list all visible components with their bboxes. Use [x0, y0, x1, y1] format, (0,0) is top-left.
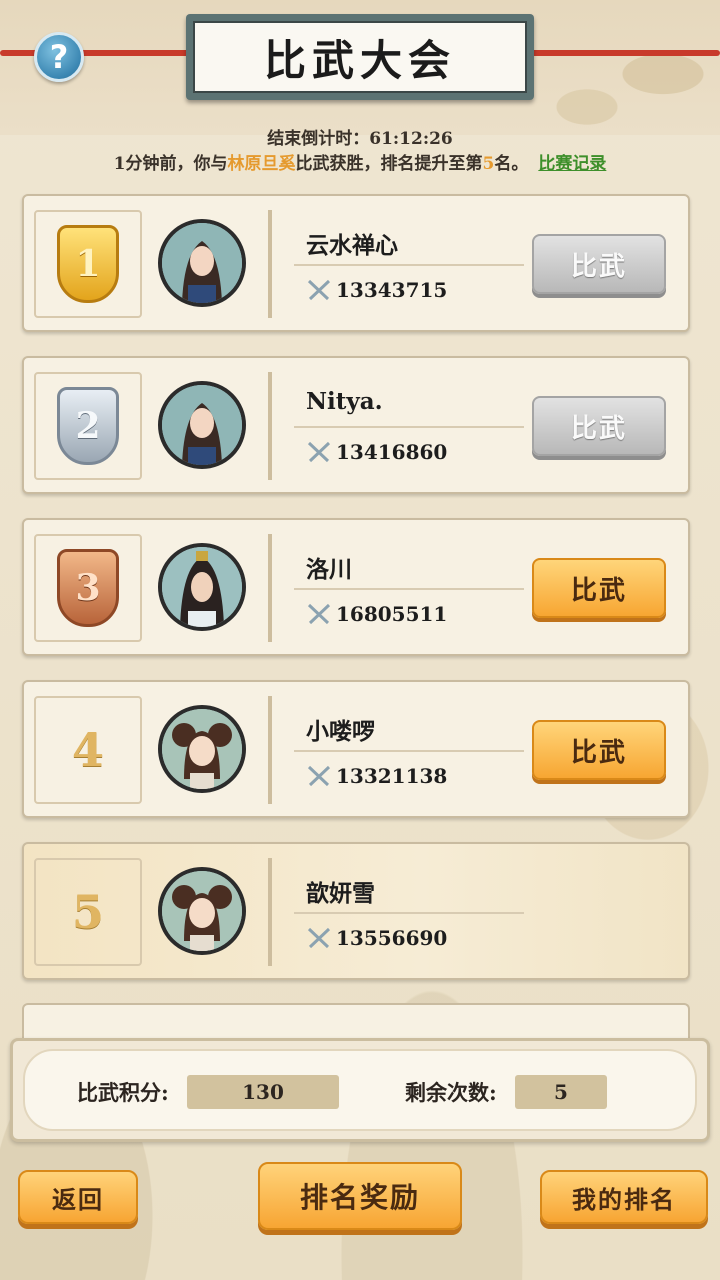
rank-box: 5 [34, 858, 142, 966]
points-value: 130 [187, 1075, 339, 1109]
power-value: 16805511 [336, 602, 448, 626]
remaining-value: 5 [515, 1075, 607, 1109]
points-label: 比武积分: [77, 1080, 169, 1105]
divider [294, 588, 524, 590]
notice-prefix: 1分钟前，你与 [113, 154, 228, 174]
avatar[interactable] [158, 867, 246, 955]
rank-box: 1 [34, 210, 142, 318]
player-card: 2 Nitya. 13416860 比武 [22, 356, 690, 494]
battle-notice: 1分钟前，你与林原旦奚比武获胜，排名提升至第5名。 比赛记录 [0, 149, 720, 174]
rope-left [0, 50, 200, 56]
help-button[interactable]: ? [34, 32, 84, 82]
player-info: 歆妍雪 13556690 [268, 858, 664, 966]
notice-middle: 比武获胜，排名提升至第 [295, 154, 483, 174]
title-plaque: 比武大会 [186, 14, 534, 100]
avatar[interactable] [158, 219, 246, 307]
player-card: 3 洛川 16805511 比武 [22, 518, 690, 656]
bronze-medal-icon: 3 [57, 549, 119, 627]
crossed-swords-icon [307, 441, 331, 463]
player-info: 小喽啰 13321138 比武 [268, 696, 666, 804]
question-icon: ? [49, 38, 69, 76]
player-power: 16805511 [306, 602, 447, 626]
player-name: 小喽啰 [306, 718, 375, 745]
power-value: 13343715 [336, 278, 448, 302]
rank-number: 5 [71, 885, 104, 939]
notice-suffix: 名。 [494, 154, 529, 174]
rank-number: 2 [75, 405, 101, 447]
player-power: 13321138 [306, 764, 447, 788]
crossed-swords-icon [307, 279, 331, 301]
crossed-swords-icon [307, 927, 331, 949]
back-button[interactable]: 返回 [18, 1170, 138, 1224]
player-name: 洛川 [306, 556, 352, 583]
divider [294, 912, 524, 914]
divider [294, 750, 524, 752]
player-card-partial [22, 1003, 690, 1043]
silver-medal-icon: 2 [57, 387, 119, 465]
power-value: 13416860 [336, 440, 448, 464]
player-info: 洛川 16805511 比武 [268, 534, 666, 642]
rank-number: 4 [71, 723, 104, 777]
rank-rewards-button[interactable]: 排名奖励 [258, 1162, 462, 1230]
divider [294, 426, 524, 428]
countdown-label: 结束倒计时： [267, 129, 370, 149]
rank-number: 1 [75, 243, 101, 285]
remaining-label: 剩余次数: [405, 1080, 497, 1105]
challenge-button[interactable]: 比武 [532, 720, 666, 780]
avatar[interactable] [158, 705, 246, 793]
challenge-button[interactable]: 比武 [532, 234, 666, 294]
notice-rank: 5 [482, 154, 495, 174]
my-rank-button[interactable]: 我的排名 [540, 1170, 708, 1224]
crossed-swords-icon [307, 765, 331, 787]
my-player-card: 5 歆妍雪 13556690 [22, 842, 690, 980]
player-power: 13343715 [306, 278, 447, 302]
player-name: 云水禅心 [306, 232, 398, 259]
player-info: Nitya. 13416860 比武 [268, 372, 666, 480]
player-card: 4 小喽啰 13321138 比武 [22, 680, 690, 818]
notice-opponent: 林原旦奚 [227, 154, 296, 174]
player-name: 歆妍雪 [306, 880, 375, 907]
divider [294, 264, 524, 266]
player-power: 13556690 [306, 926, 447, 950]
avatar[interactable] [158, 381, 246, 469]
rank-box: 2 [34, 372, 142, 480]
challenge-button[interactable]: 比武 [532, 396, 666, 456]
power-value: 13556690 [336, 926, 448, 950]
page-title: 比武大会 [193, 21, 527, 93]
player-card: 1 云水禅心 13343715 比武 [22, 194, 690, 332]
challenge-button[interactable]: 比武 [532, 558, 666, 618]
rank-box: 4 [34, 696, 142, 804]
power-value: 13321138 [336, 764, 448, 788]
crossed-swords-icon [307, 603, 331, 625]
countdown: 结束倒计时：61:12:26 [0, 124, 720, 149]
gold-medal-icon: 1 [57, 225, 119, 303]
player-name: Nitya. [306, 388, 383, 415]
rank-number: 3 [75, 567, 101, 609]
player-power: 13416860 [306, 440, 447, 464]
rank-box: 3 [34, 534, 142, 642]
match-record-link[interactable]: 比赛记录 [538, 154, 606, 174]
avatar[interactable] [158, 543, 246, 631]
countdown-value: 61:12:26 [369, 129, 453, 149]
player-info: 云水禅心 13343715 比武 [268, 210, 666, 318]
rope-right [520, 50, 720, 56]
stats-panel: 比武积分: 130 剩余次数: 5 [10, 1038, 710, 1142]
